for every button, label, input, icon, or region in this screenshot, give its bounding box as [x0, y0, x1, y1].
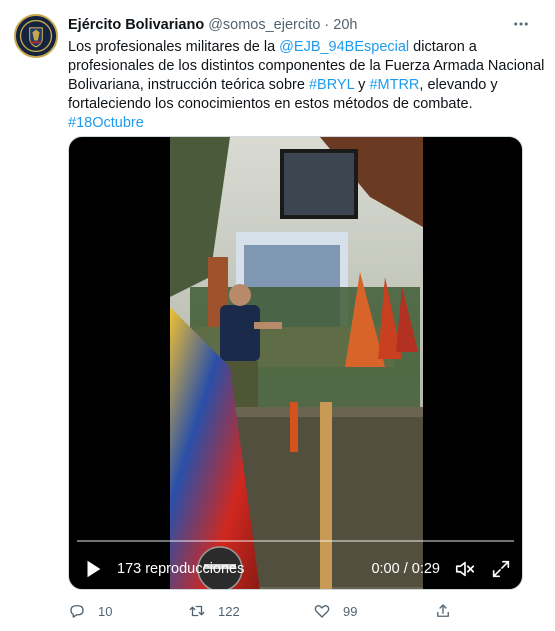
mention-link[interactable]: @EJB_94BEspecial — [279, 39, 409, 55]
fullscreen-button[interactable] — [490, 558, 512, 580]
tweet-text-line: fortaleciendo los conocimientos en estos… — [68, 95, 528, 114]
tweet-text-segment: dictaron a — [409, 39, 477, 55]
like-icon — [314, 604, 330, 618]
hashtag-link[interactable]: #18Octubre — [68, 115, 144, 131]
tweet-text-segment: Bolivariana, instrucción teórica sobre — [68, 77, 309, 93]
mute-button[interactable] — [454, 558, 476, 580]
tweet: Ejército Bolivariano @somos_ejercito · 2… — [0, 0, 555, 631]
reply-icon — [70, 605, 84, 618]
more-icon — [514, 22, 528, 26]
tweet-text-segment: y — [354, 77, 370, 93]
like-button[interactable]: 99 — [313, 602, 357, 620]
retweet-icon — [189, 605, 205, 617]
tweet-text-line: Bolivariana, instrucción teórica sobre #… — [68, 76, 528, 95]
tweet-text-line: Los profesionales militares de la @EJB_9… — [68, 38, 528, 57]
tweet-text-segment: fortaleciendo los conocimientos en estos… — [68, 96, 473, 112]
hashtag-link[interactable]: #BRYL — [309, 77, 354, 93]
fullscreen-icon — [492, 560, 510, 578]
progress-bar[interactable] — [77, 540, 514, 542]
video-player[interactable]: 173 reproducciones 0:00 / 0:29 — [68, 136, 523, 590]
retweet-button[interactable]: 122 — [188, 602, 240, 620]
view-count: 173 reproducciones — [117, 561, 245, 577]
tweet-text-segment: profesionales de los distintos component… — [68, 58, 545, 74]
tweet-text-segment: Los profesionales militares de la — [68, 39, 280, 55]
tweet-text-line: profesionales de los distintos component… — [68, 57, 544, 76]
timecode: 0:00 / 0:29 — [371, 561, 440, 577]
tweet-text-segment: , elevando y — [419, 77, 498, 93]
tweet-text-line: #18Octubre — [68, 114, 528, 133]
separator: · — [324, 17, 330, 33]
tweet-header: Ejército Bolivariano @somos_ejercito · 2… — [68, 15, 357, 35]
share-button[interactable] — [434, 602, 452, 620]
hashtag-link[interactable]: #MTRR — [369, 77, 419, 93]
avatar[interactable] — [14, 14, 58, 58]
share-icon — [437, 604, 449, 617]
video-controls: 173 reproducciones 0:00 / 0:29 — [69, 549, 522, 589]
tweet-text: Los profesionales militares de la @EJB_9… — [68, 38, 544, 133]
reply-count: 10 — [98, 603, 113, 619]
play-icon — [87, 560, 101, 578]
like-count: 99 — [343, 603, 358, 619]
reply-button[interactable]: 10 — [68, 602, 112, 620]
mute-icon — [455, 561, 475, 577]
author-handle[interactable]: @somos_ejercito — [208, 17, 320, 33]
video-frame[interactable] — [170, 137, 423, 589]
play-button[interactable] — [81, 557, 105, 581]
more-button[interactable] — [509, 14, 533, 34]
timestamp[interactable]: 20h — [333, 17, 357, 33]
action-bar: 10 122 99 — [68, 600, 458, 622]
author-name[interactable]: Ejército Bolivariano — [68, 17, 204, 33]
retweet-count: 122 — [218, 603, 240, 619]
